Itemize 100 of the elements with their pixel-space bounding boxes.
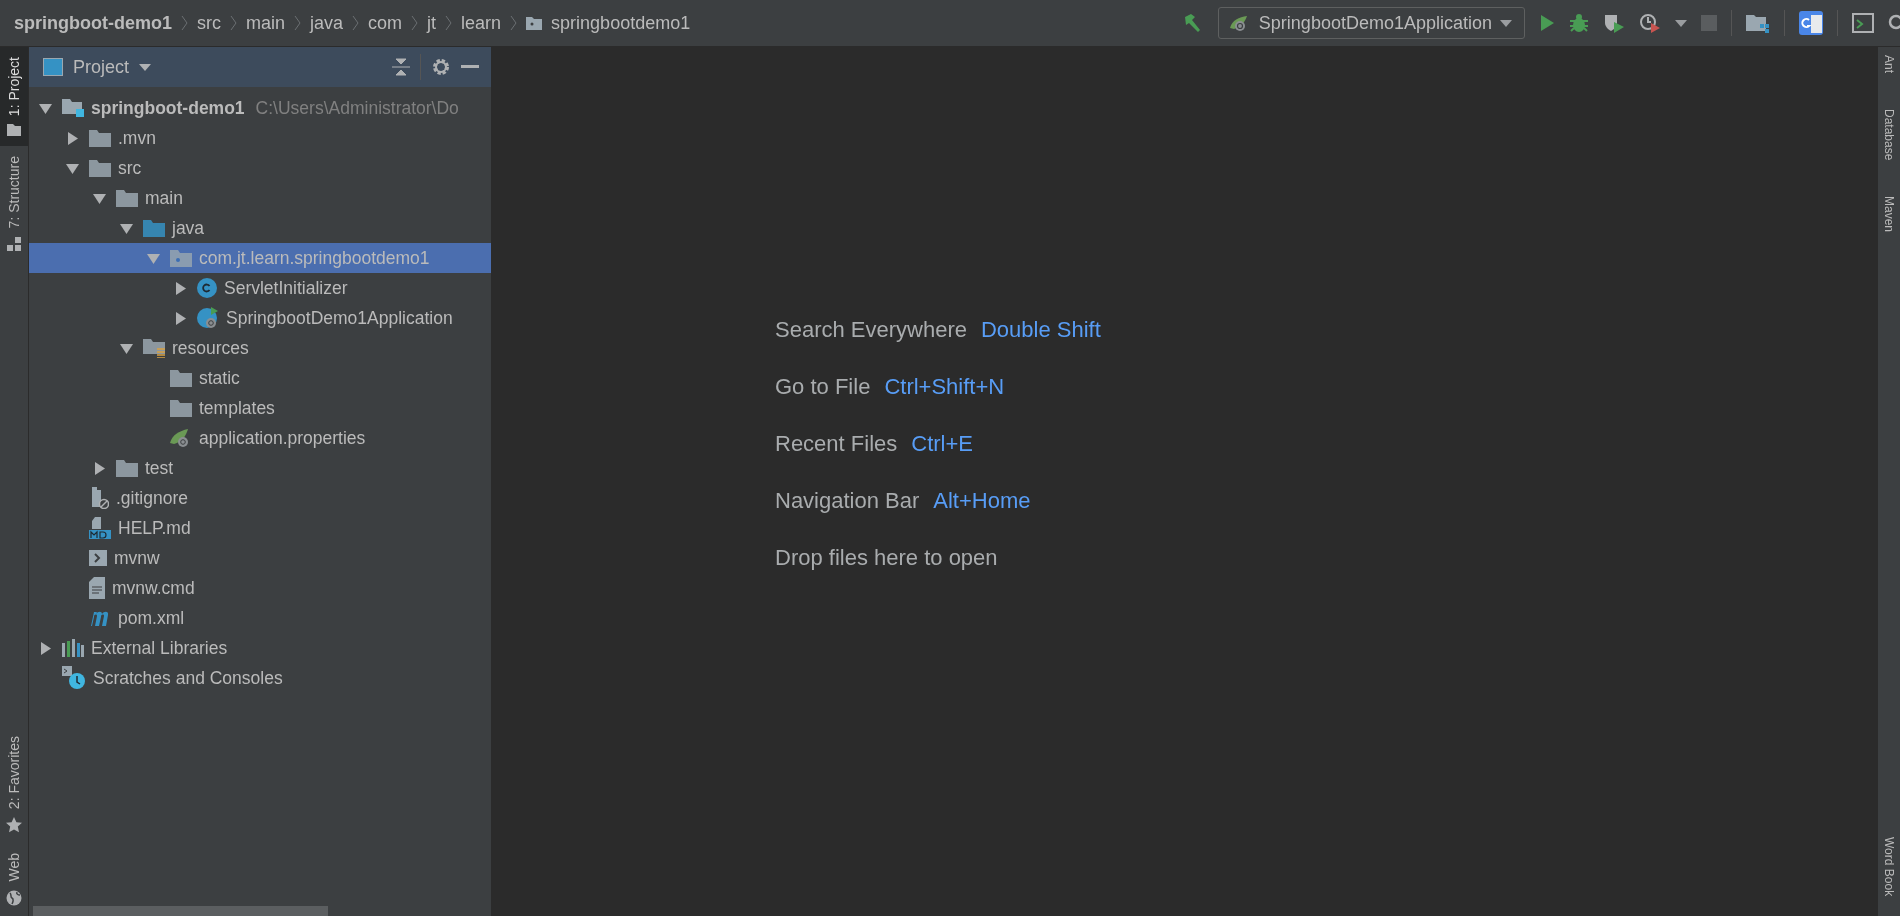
class-icon: [197, 278, 217, 298]
star-icon: [6, 817, 22, 834]
folder-icon: [526, 16, 543, 30]
shortcut-text: Double Shift: [981, 317, 1101, 343]
tree-row[interactable]: java: [29, 213, 491, 243]
collapse-all-icon[interactable]: [392, 58, 410, 76]
tool-window-tab[interactable]: 2: Favorites: [0, 726, 28, 844]
module-folder-icon: [62, 99, 84, 117]
tree-item-label: SpringbootDemo1Application: [226, 307, 453, 329]
window-icon: [43, 58, 63, 76]
tree-row[interactable]: mvnw.cmd: [29, 573, 491, 603]
tree-row[interactable]: pom.xml: [29, 603, 491, 633]
breadcrumb-item[interactable]: springbootdemo1: [551, 12, 691, 34]
tree-row[interactable]: External Libraries: [29, 633, 491, 663]
tree-item-label: application.properties: [199, 427, 366, 449]
shortcut-text: Alt+Home: [933, 488, 1031, 514]
scratches-icon: [62, 666, 86, 690]
tree-row[interactable]: test: [29, 453, 491, 483]
tool-window-tab[interactable]: 7: Structure: [0, 146, 28, 261]
minimize-icon[interactable]: [461, 65, 479, 69]
chevron-icon: [352, 15, 360, 31]
tree-row[interactable]: application.properties: [29, 423, 491, 453]
caret-icon: [1500, 19, 1512, 27]
tree-item-label: Scratches and Consoles: [93, 667, 283, 689]
tool-window-tab[interactable]: Word Book: [1878, 836, 1900, 896]
terminal-file-icon: [89, 550, 107, 566]
markdown-file-icon: [89, 517, 111, 539]
tree-row[interactable]: SpringbootDemo1Application: [29, 303, 491, 333]
view-dropdown[interactable]: Project: [73, 56, 130, 78]
expand-arrow-icon[interactable]: [120, 341, 133, 355]
expand-arrow-icon[interactable]: [93, 191, 106, 205]
tool-window-tab[interactable]: Ant: [1878, 55, 1900, 73]
tree-row[interactable]: resources: [29, 333, 491, 363]
shortcut-text: Ctrl+E: [911, 431, 974, 457]
tool-window-tab[interactable]: Database: [1878, 109, 1900, 161]
chevron-icon: [411, 15, 419, 31]
path-hint: C:\Users\Administrator\Do: [255, 97, 459, 119]
caret-icon[interactable]: [1675, 19, 1687, 27]
folder-icon: [170, 399, 192, 417]
tree-row[interactable]: .mvn: [29, 123, 491, 153]
expand-arrow-icon[interactable]: [66, 161, 79, 175]
translate-icon[interactable]: [1799, 11, 1823, 35]
chevron-icon: [230, 15, 237, 31]
tree-row[interactable]: Scratches and Consoles: [29, 663, 491, 693]
folder-grid-icon[interactable]: [1746, 13, 1770, 33]
run-icon[interactable]: [1539, 14, 1555, 32]
hint-label: Search Everywhere: [775, 317, 967, 343]
tree-item-label: test: [145, 457, 174, 479]
tree-row[interactable]: mvnw: [29, 543, 491, 573]
tree-item-label: static: [199, 367, 240, 389]
tool-window-tab[interactable]: Web: [0, 843, 28, 916]
tree-row[interactable]: ServletInitializer: [29, 273, 491, 303]
expand-arrow-icon[interactable]: [174, 281, 187, 295]
breadcrumb-item[interactable]: java: [310, 12, 344, 34]
breadcrumb-item[interactable]: jt: [427, 12, 437, 34]
scrollbar-thumb[interactable]: [33, 906, 328, 916]
run-configuration-dropdown[interactable]: SpringbootDemo1Application: [1217, 7, 1525, 39]
folder-icon: [143, 219, 165, 237]
tree-item-label: HELP.md: [118, 517, 191, 539]
tree-row[interactable]: templates: [29, 393, 491, 423]
tree-item-label: ServletInitializer: [224, 277, 348, 299]
folder-icon: [170, 369, 192, 387]
tree-item-label: .mvn: [118, 127, 156, 149]
tree-row[interactable]: src: [29, 153, 491, 183]
tool-window-tab[interactable]: 1: Project: [0, 47, 28, 147]
breadcrumb-item[interactable]: learn: [461, 12, 502, 34]
breadcrumb-item[interactable]: main: [246, 12, 285, 34]
tree-item-label: mvnw.cmd: [112, 577, 195, 599]
tool-window-tab[interactable]: Maven: [1878, 196, 1900, 233]
expand-arrow-icon[interactable]: [66, 131, 79, 145]
tree-row[interactable]: static: [29, 363, 491, 393]
expand-arrow-icon[interactable]: [39, 101, 52, 115]
tree-row[interactable]: springboot-demo1 C:\Users\Administrator\Do: [29, 93, 491, 123]
hint-label: Go to File: [775, 374, 871, 400]
expand-arrow-icon[interactable]: [174, 311, 187, 325]
bug-icon[interactable]: [1569, 13, 1589, 33]
tree-item-label: mvnw: [114, 547, 160, 569]
terminal-icon[interactable]: [1852, 13, 1874, 33]
libraries-icon: [62, 639, 84, 657]
expand-arrow-icon[interactable]: [120, 221, 133, 235]
structure-icon: [7, 236, 21, 251]
tree-row[interactable]: HELP.md: [29, 513, 491, 543]
caret-icon[interactable]: [139, 63, 152, 71]
tree-row[interactable]: main: [29, 183, 491, 213]
expand-arrow-icon[interactable]: [39, 641, 52, 655]
expand-arrow-icon[interactable]: [93, 461, 106, 475]
breadcrumb-item[interactable]: src: [197, 12, 221, 34]
tree-item-label: java: [172, 217, 205, 239]
settings-icon[interactable]: [431, 57, 451, 77]
clock-run-icon[interactable]: [1639, 13, 1661, 33]
hint-label: Recent Files: [775, 431, 898, 457]
tree-row[interactable]: .gitignore: [29, 483, 491, 513]
class-run-icon: [197, 307, 219, 329]
hint-label: Drop files here to open: [775, 545, 998, 571]
shield-run-icon[interactable]: [1603, 13, 1625, 33]
ignored-file-icon: [89, 487, 109, 509]
breadcrumb-item[interactable]: com: [368, 12, 403, 34]
breadcrumb-item[interactable]: springboot-demo1: [14, 12, 172, 34]
folder-icon: [116, 189, 138, 207]
chevron-icon: [510, 15, 518, 31]
